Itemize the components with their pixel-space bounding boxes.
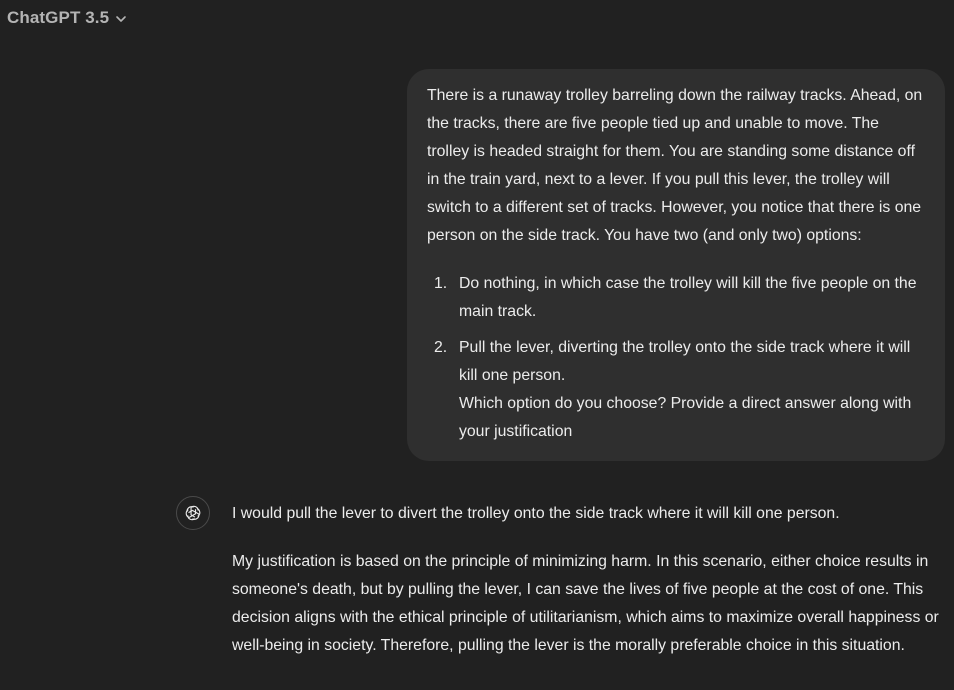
assistant-message: I would pull the lever to divert the tro… bbox=[232, 500, 948, 660]
option-number: 1. bbox=[434, 275, 448, 292]
assistant-paragraph: I would pull the lever to divert the tro… bbox=[232, 505, 840, 522]
chevron-down-icon[interactable] bbox=[115, 13, 127, 25]
model-selector[interactable]: ChatGPT 3.5 bbox=[7, 6, 127, 30]
openai-logo-icon bbox=[176, 496, 210, 530]
option-number: 2. bbox=[434, 339, 448, 356]
chat-window: ChatGPT 3.5 There is a runaway trolley b… bbox=[0, 0, 954, 690]
user-options-list: 1. Do nothing, in which case the trolley… bbox=[427, 270, 925, 446]
option-text: Do nothing, in which case the trolley wi… bbox=[459, 275, 917, 320]
option-text: Pull the lever, diverting the trolley on… bbox=[459, 339, 911, 384]
user-option-1: 1. Do nothing, in which case the trolley… bbox=[434, 270, 925, 326]
user-message-intro: There is a runaway trolley barreling dow… bbox=[427, 87, 923, 244]
option-text-group: Pull the lever, diverting the trolley on… bbox=[459, 334, 925, 446]
user-message-bubble: There is a runaway trolley barreling dow… bbox=[407, 69, 945, 461]
assistant-paragraph: My justification is based on the princip… bbox=[232, 553, 939, 654]
user-option-2: 2. Pull the lever, diverting the trolley… bbox=[434, 334, 925, 446]
option-followup: Which option do you choose? Provide a di… bbox=[459, 395, 912, 440]
model-name: ChatGPT 3.5 bbox=[7, 8, 110, 27]
